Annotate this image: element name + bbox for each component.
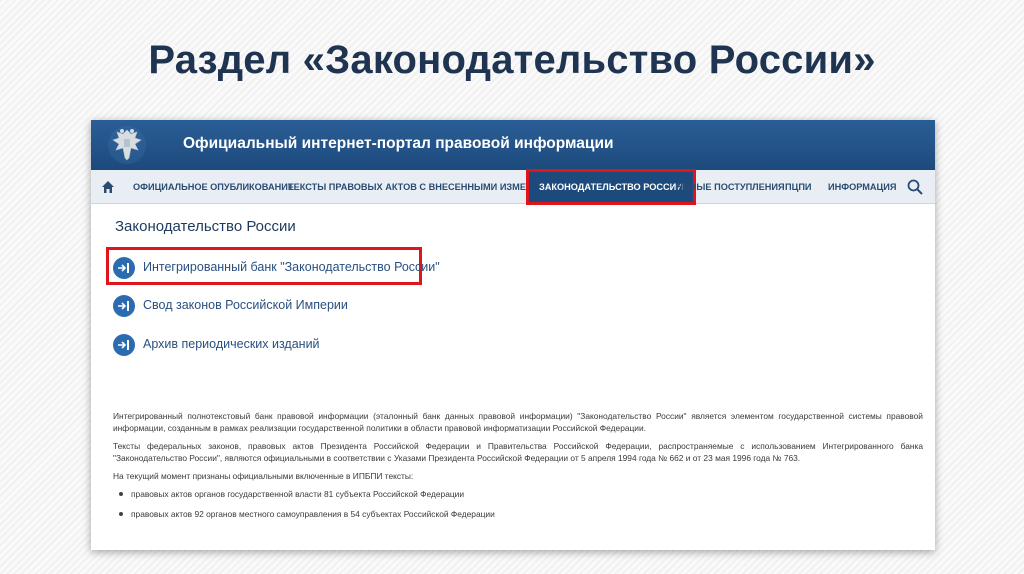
slide-title: Раздел «Законодательство России» (148, 38, 876, 82)
link-arrow-icon (113, 334, 135, 356)
link-arrow-icon (113, 295, 135, 317)
list-item: правовых актов 92 органов местного самоу… (113, 508, 923, 520)
nav-item-information[interactable]: Информация (828, 170, 896, 204)
main-navbar: Официальное опубликование Тексты правовы… (91, 169, 935, 205)
section-heading: Законодательство России (115, 218, 296, 235)
portal-title[interactable]: Официальный интернет-портал правовой инф… (183, 135, 614, 153)
nav-item-official-publication[interactable]: Официальное опубликование (133, 170, 294, 204)
info-paragraph: На текущий момент признаны официальными … (113, 471, 414, 481)
link-label[interactable]: Свод законов Российской Империи (143, 298, 348, 312)
nav-item-russian-legislation[interactable]: Законодательство России (526, 169, 696, 205)
list-item: правовых актов органов государственной в… (113, 488, 923, 500)
info-paragraph: Интегрированный полнотекстовый банк прав… (113, 411, 923, 433)
portal-screenshot: Официальный интернет-портал правовой инф… (91, 120, 935, 550)
nav-item-pcpi[interactable]: ПЦПИ (785, 170, 812, 204)
info-text: Интегрированный полнотекстовый банк прав… (113, 410, 923, 528)
emblem-icon[interactable] (107, 124, 147, 166)
nav-item-new-arrivals[interactable]: Новые поступления (676, 170, 785, 204)
link-label[interactable]: Интегрированный банк "Законодательство Р… (143, 260, 440, 274)
info-paragraph: Тексты федеральных законов, правовых акт… (113, 441, 923, 463)
link-label[interactable]: Архив периодических изданий (143, 337, 320, 351)
link-arrow-icon (113, 257, 135, 279)
home-icon[interactable] (101, 180, 115, 194)
info-list: правовых актов органов государственной в… (113, 488, 923, 520)
search-icon[interactable] (907, 179, 923, 195)
portal-header: Официальный интернет-портал правовой инф… (91, 120, 935, 170)
